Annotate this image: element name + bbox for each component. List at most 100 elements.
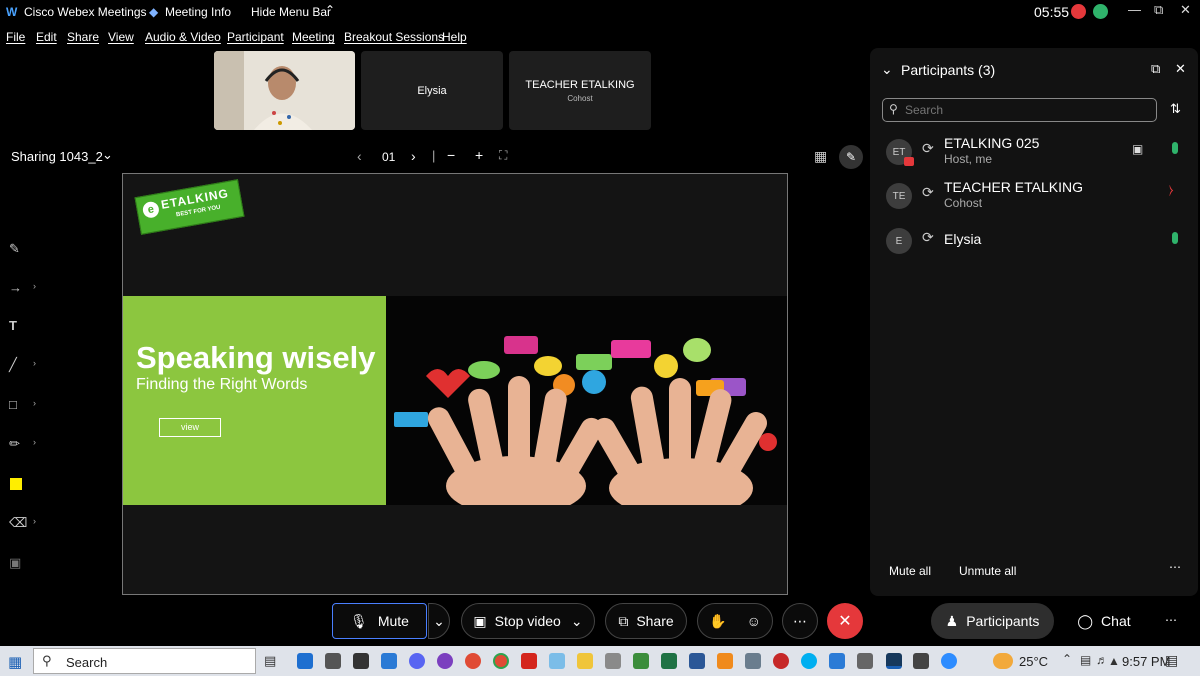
volume-icon[interactable]: ♬ xyxy=(1096,653,1108,667)
app-icon[interactable] xyxy=(549,653,565,669)
zoom-out-icon[interactable]: − xyxy=(447,147,455,163)
save-annotation-icon[interactable]: ▣ xyxy=(9,555,21,571)
calculator-icon[interactable] xyxy=(857,653,873,669)
share-button[interactable]: ⧉ Share xyxy=(605,603,687,639)
menu-breakout-sessions[interactable]: Breakout Sessions xyxy=(344,30,444,44)
eraser-tool-icon[interactable]: ⌫ › xyxy=(9,515,36,531)
menu-help[interactable]: Help xyxy=(442,30,467,44)
mute-all-button[interactable]: Mute all xyxy=(889,564,931,578)
discord-icon[interactable] xyxy=(409,653,425,669)
video-tile-elysia[interactable]: Elysia xyxy=(361,51,503,130)
ime-icon[interactable]: ▲ xyxy=(1108,654,1120,668)
expand-icon[interactable]: › xyxy=(33,437,36,447)
minimize-icon[interactable]: — xyxy=(1128,2,1141,17)
taskbar-search[interactable]: ⚲ Search xyxy=(33,648,256,674)
more-options-icon[interactable]: ⋯ xyxy=(1165,613,1177,627)
participant-row[interactable]: E ⟳ Elysia xyxy=(886,224,1186,260)
menu-edit[interactable]: Edit xyxy=(36,30,57,44)
participant-row[interactable]: ET ⟳ ETALKING 025 Host, me ▣ xyxy=(886,135,1186,171)
reactions-icon[interactable]: ☺ xyxy=(747,613,761,629)
word-icon[interactable] xyxy=(689,653,705,669)
chrome-icon[interactable] xyxy=(493,653,509,669)
search-field[interactable]: ⚲ xyxy=(882,98,1157,122)
mail-icon[interactable] xyxy=(297,653,313,669)
raise-hand-icon[interactable]: ✋ xyxy=(709,613,726,630)
text-tool-icon[interactable]: T xyxy=(9,318,17,333)
network-health-icon[interactable] xyxy=(1093,4,1108,19)
close-panel-icon[interactable]: ✕ xyxy=(1175,61,1186,77)
arrow-tool-icon[interactable]: → › xyxy=(9,280,36,295)
folder-icon[interactable] xyxy=(577,653,593,669)
skype-icon[interactable] xyxy=(801,653,817,669)
menu-audio-video[interactable]: Audio & Video xyxy=(145,30,221,44)
grid-layout-icon[interactable]: ▦ xyxy=(814,148,827,165)
close-window-icon[interactable]: ✕ xyxy=(1180,2,1191,18)
highlighter-tool-icon[interactable]: ✏ › xyxy=(9,436,36,452)
shape-tool-icon[interactable]: □ › xyxy=(9,397,36,412)
previous-page-icon[interactable]: ‹ xyxy=(357,148,362,164)
zoom-in-icon[interactable]: + xyxy=(475,147,483,163)
app-icon[interactable] xyxy=(773,653,789,669)
app-icon[interactable] xyxy=(829,653,845,669)
sharing-label[interactable]: Sharing 1043_2 xyxy=(11,149,103,164)
hide-menu-bar-button[interactable]: Hide Menu Bar xyxy=(251,5,331,19)
menu-share[interactable]: Share xyxy=(67,30,99,44)
mute-button[interactable]: 🎙 Mute xyxy=(332,603,427,639)
unmute-all-button[interactable]: Unmute all xyxy=(959,564,1016,578)
pdf-reader-icon[interactable] xyxy=(521,653,537,669)
app-icon[interactable] xyxy=(437,653,453,669)
webex-taskbar-icon[interactable] xyxy=(886,653,902,669)
microphone-muted-icon[interactable]: ⧽ xyxy=(1169,182,1174,198)
app-icon[interactable] xyxy=(913,653,929,669)
line-tool-icon[interactable]: ╱ › xyxy=(9,357,36,373)
expand-icon[interactable]: › xyxy=(33,358,36,368)
popout-icon[interactable]: ⧉ xyxy=(1151,61,1160,77)
terminal-icon[interactable] xyxy=(353,653,369,669)
collapse-chevron-icon[interactable]: ⌄ xyxy=(881,61,893,78)
meeting-info-button[interactable]: Meeting Info xyxy=(165,5,231,19)
notifications-icon[interactable]: ▤ xyxy=(1165,652,1178,669)
tray-chevron-icon[interactable]: ⌃ xyxy=(1062,652,1072,666)
audio-options-dropdown[interactable]: ⌄ xyxy=(428,603,450,639)
chevron-up-icon[interactable]: ⌃ xyxy=(325,3,335,17)
participants-button[interactable]: ♟ Participants xyxy=(931,603,1054,639)
windows-start-icon[interactable]: ▦ xyxy=(8,653,22,671)
fit-screen-icon[interactable]: ⛶ xyxy=(499,148,507,163)
microphone-on-icon[interactable] xyxy=(1172,142,1178,154)
end-call-button[interactable]: ✕ xyxy=(827,603,863,639)
video-camera-icon[interactable]: ▣ xyxy=(1132,142,1143,156)
more-options-icon[interactable]: ⋯ xyxy=(1169,560,1181,574)
app-icon[interactable] xyxy=(605,653,621,669)
pen-tool-icon[interactable]: ✎ xyxy=(9,241,20,257)
excel-icon[interactable] xyxy=(661,653,677,669)
video-tile-teacher[interactable]: TEACHER ETALKING Cohost xyxy=(509,51,651,130)
next-page-icon[interactable]: › xyxy=(411,148,416,164)
app-icon[interactable] xyxy=(633,653,649,669)
weather-icon[interactable] xyxy=(993,653,1013,669)
clock[interactable]: 9:57 PM xyxy=(1122,654,1170,669)
expand-icon[interactable]: › xyxy=(33,398,36,408)
vlc-icon[interactable] xyxy=(717,653,733,669)
app-icon[interactable] xyxy=(381,653,397,669)
expand-icon[interactable]: › xyxy=(33,516,36,526)
menu-file[interactable]: File xyxy=(6,30,25,44)
expand-icon[interactable]: › xyxy=(33,281,36,291)
app-icon[interactable] xyxy=(745,653,761,669)
recording-icon[interactable] xyxy=(1071,4,1086,19)
sort-icon[interactable]: ⇅ xyxy=(1170,101,1181,117)
task-view-icon[interactable]: ▤ xyxy=(264,653,276,669)
search-input[interactable] xyxy=(905,101,1145,119)
zoom-icon[interactable] xyxy=(941,653,957,669)
restore-icon[interactable]: ⧉ xyxy=(1154,2,1163,18)
color-picker-icon[interactable] xyxy=(10,478,22,490)
more-controls-button[interactable]: ⋯ xyxy=(782,603,818,639)
chat-button[interactable]: ◯ Chat xyxy=(1065,603,1143,639)
stop-video-button[interactable]: ▣ Stop video ⌄ xyxy=(461,603,595,639)
chevron-down-icon[interactable]: ⌄ xyxy=(102,147,113,163)
participant-row[interactable]: TE ⟳ TEACHER ETALKING Cohost ⧽ xyxy=(886,179,1186,215)
camera-icon[interactable] xyxy=(325,653,341,669)
menu-meeting[interactable]: Meeting xyxy=(292,30,335,44)
annotate-icon[interactable]: ✎ xyxy=(839,145,863,169)
video-tile-host[interactable] xyxy=(214,51,355,130)
temperature[interactable]: 25°C xyxy=(1019,654,1048,669)
